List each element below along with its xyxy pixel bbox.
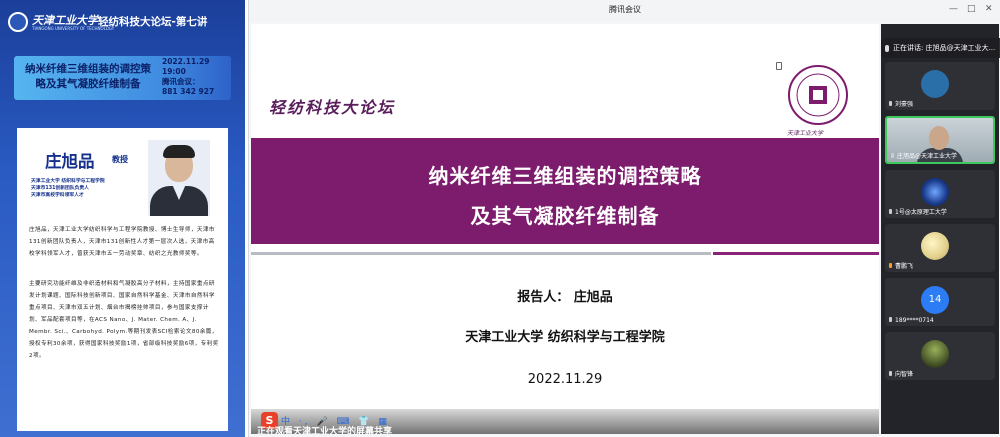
slide-affiliation: 天津工业大学 纺织科学与工程学院 (465, 330, 665, 345)
slide-forum-title: 轻纺科技大论坛 (269, 98, 396, 117)
divider (713, 252, 879, 255)
minimize-button[interactable]: — (949, 4, 958, 14)
talk-meta: 2022.11.29 19:00 腾讯会议： 881 342 927 (162, 57, 214, 97)
divider (251, 252, 711, 255)
participant-tile[interactable]: 曹鹏飞 (885, 224, 995, 272)
close-button[interactable]: ✕ (985, 4, 993, 14)
speaker-card: 庄旭品 教授 天津工业大学 纺织科学与工程学院 天津市131创新团队负责人 天津… (17, 128, 228, 431)
microphone-icon (885, 44, 889, 52)
avatar: 14 (921, 286, 949, 314)
slide-title-line-1: 纳米纤维三维组装的调控策略 (428, 164, 702, 188)
screen-share-banner: 正在观看天津工业大学的屏幕共享 (257, 427, 393, 434)
participant-tile[interactable]: 庄旭品@天津工业大学 (885, 116, 995, 164)
participant-name: 向智锋 (889, 369, 913, 378)
participant-panel: 正在讲话: 庄旭品@天津工业大... 刘豪强 庄旭品@天津工业大学 1号@太原理… (881, 24, 1000, 434)
credential-line: 天津市131创新团队负责人 (31, 186, 89, 191)
speaking-indicator: 正在讲话: 庄旭品@天津工业大... (881, 38, 1000, 58)
avatar (921, 70, 949, 98)
meeting-window: 腾讯会议 — □ ✕ 轻纺科技大论坛 天津工业大学 纳米纤维三维组装的调控策略 … (248, 0, 1000, 437)
participant-tile[interactable]: 14 189****0714 (885, 278, 995, 326)
participant-name: 189****0714 (889, 317, 934, 324)
participant-tile[interactable]: 向智锋 (885, 332, 995, 380)
avatar (921, 340, 949, 368)
shared-screen: 轻纺科技大论坛 天津工业大学 纳米纤维三维组装的调控策略 及其气凝胶纤维制备 报… (251, 24, 879, 434)
meeting-id: 881 342 927 (162, 87, 215, 96)
participant-name: 庄旭品@天津工业大学 (891, 151, 957, 160)
participant-name: 刘豪强 (889, 99, 913, 108)
forum-title: 轻纺科技大论坛-第七讲 (98, 16, 208, 28)
logo-caption: 天津工业大学 (787, 130, 824, 137)
avatar (921, 232, 949, 260)
credential-line: 天津市高校学科领军人才 (31, 193, 84, 198)
university-logo-icon (788, 65, 848, 125)
speaker-credentials: 天津工业大学 纺织科学与工程学院 天津市131创新团队负责人 天津市高校学科领军… (31, 178, 156, 199)
participant-tile[interactable]: 刘豪强 (885, 62, 995, 110)
maximize-button[interactable]: □ (967, 4, 976, 14)
talk-title-band: 纳米纤维三维组装的调控策略及其气凝胶纤维制备 2022.11.29 19:00 … (14, 56, 231, 100)
speaker-photo (148, 140, 210, 216)
slide-title-line-2: 及其气凝胶纤维制备 (470, 204, 660, 228)
slide-date: 2022.11.29 (527, 372, 603, 387)
speaker-bio-1: 庄旭品，天津工业大学纺织科学与工程学院教授、博士生导师，天津市131创新团队负责… (29, 227, 215, 257)
talk-title: 纳米纤维三维组装的调控策略及其气凝胶纤维制备 (25, 63, 151, 90)
event-poster: 天津工业大学 TIANGONG UNIVERSITY OF TECHNOLOGY… (0, 0, 245, 437)
mouse-cursor-icon (776, 62, 782, 70)
speaker-bio-2: 主要研究功能纤维及非织造材料和气凝胶高分子材料，主持国家重点研发计划课题、国际科… (29, 281, 219, 359)
poster-header: 天津工业大学 TIANGONG UNIVERSITY OF TECHNOLOGY… (0, 0, 245, 40)
avatar (921, 178, 949, 206)
window-titlebar: 腾讯会议 — □ ✕ (249, 0, 1000, 22)
talk-date: 2022.11.29 (162, 57, 210, 66)
university-seal-icon (8, 12, 28, 32)
speaking-text: 正在讲话: 庄旭品@天津工业大... (893, 44, 996, 52)
participant-name: 1号@太原理工大学 (889, 207, 947, 216)
slide-title-band: 纳米纤维三维组装的调控策略 及其气凝胶纤维制备 (251, 138, 879, 244)
meeting-label: 腾讯会议： (162, 77, 200, 86)
slide-reporter: 报告人： 庄旭品 (517, 290, 613, 305)
window-title: 腾讯会议 (609, 5, 641, 14)
participant-tile[interactable]: 1号@太原理工大学 (885, 170, 995, 218)
talk-time: 19:00 (162, 67, 186, 76)
speaker-rank: 教授 (112, 155, 128, 164)
credential-line: 天津工业大学 纺织科学与工程学院 (31, 179, 105, 184)
participant-name: 曹鹏飞 (889, 261, 913, 270)
speaker-name: 庄旭品 (45, 152, 95, 171)
